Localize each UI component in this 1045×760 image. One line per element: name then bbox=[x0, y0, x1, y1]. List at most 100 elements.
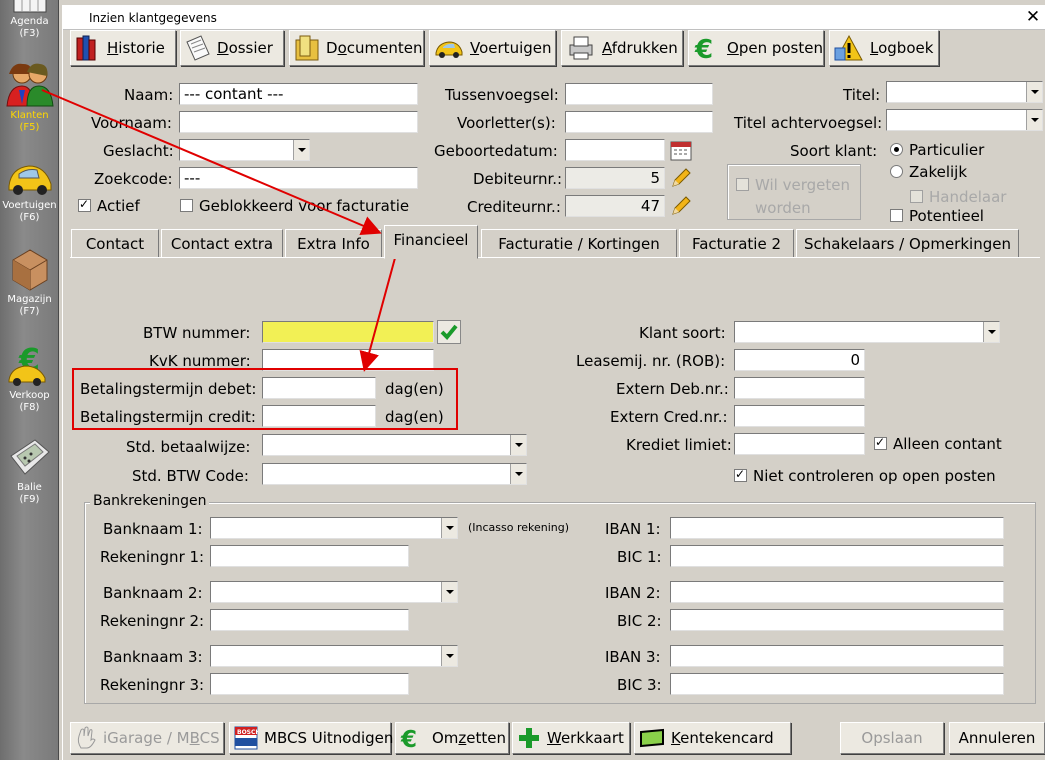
omzetten-button[interactable]: € Omzetten bbox=[395, 722, 509, 754]
dossier-button[interactable]: Dossier bbox=[180, 30, 284, 66]
titel-achtervoegsel-select[interactable] bbox=[886, 109, 1043, 131]
sidebar-item-verkoop[interactable]: € Verkoop (F8) bbox=[0, 344, 59, 414]
leasemij-input[interactable]: 0 bbox=[734, 349, 865, 371]
chevron-down-icon[interactable] bbox=[293, 140, 309, 160]
pencil-icon[interactable] bbox=[670, 167, 692, 189]
mbcs-uitnodigen-button[interactable]: BOSCH MBCS Uitnodigen bbox=[229, 722, 393, 754]
igarage-button[interactable]: iGarage / MBCS bbox=[70, 722, 224, 754]
tab-contact-extra[interactable]: Contact extra bbox=[161, 229, 283, 257]
rekening3-input[interactable] bbox=[210, 673, 409, 695]
kentekencard-button[interactable]: Kentekencard bbox=[634, 722, 791, 754]
bic2-input[interactable] bbox=[670, 609, 1004, 631]
sidebar-item-label: Agenda bbox=[10, 16, 49, 27]
tussenvoegsel-label: Tussenvoegsel: bbox=[445, 86, 559, 104]
geboortedatum-input[interactable] bbox=[565, 139, 665, 161]
krediet-input[interactable] bbox=[734, 433, 865, 455]
documenten-button[interactable]: Documenten bbox=[289, 30, 424, 66]
pencil-icon[interactable] bbox=[670, 195, 692, 217]
banknaam3-select[interactable] bbox=[210, 645, 458, 667]
chevron-down-icon[interactable] bbox=[983, 322, 999, 342]
particulier-radio[interactable] bbox=[890, 143, 903, 156]
open-posten-button[interactable]: € Open posten bbox=[688, 30, 824, 66]
banknaam1-select[interactable] bbox=[210, 517, 458, 539]
std-betaalwijze-select[interactable] bbox=[262, 434, 527, 456]
annuleren-button[interactable]: Annuleren bbox=[949, 722, 1045, 754]
wil-vergeten-checkbox[interactable] bbox=[736, 178, 749, 191]
debiteurnr-input[interactable]: 5 bbox=[565, 167, 665, 189]
license-card-icon bbox=[640, 728, 664, 748]
close-icon[interactable]: ✕ bbox=[1024, 7, 1042, 27]
button-label: pen posten bbox=[738, 39, 823, 57]
hotkey-letter: K bbox=[671, 729, 681, 747]
printer-icon bbox=[569, 36, 593, 60]
actief-checkbox[interactable] bbox=[78, 197, 91, 212]
naam-input[interactable]: --- contant --- bbox=[179, 83, 418, 105]
voorletters-input[interactable] bbox=[565, 111, 713, 133]
klant-soort-select[interactable] bbox=[734, 321, 1000, 343]
historie-button[interactable]: Historie bbox=[70, 30, 176, 66]
iban1-input[interactable] bbox=[670, 517, 1004, 539]
extern-deb-input[interactable] bbox=[734, 377, 865, 399]
tussenvoegsel-input[interactable] bbox=[565, 83, 713, 105]
voertuigen-button[interactable]: Voertuigen bbox=[429, 30, 556, 66]
sidebar-item-balie[interactable]: Balie (F9) bbox=[0, 434, 59, 506]
tab-facturatie-2[interactable]: Facturatie 2 bbox=[679, 229, 794, 257]
niet-controleren-checkbox[interactable] bbox=[734, 467, 747, 482]
geslacht-select[interactable] bbox=[179, 139, 310, 161]
rekening2-input[interactable] bbox=[210, 609, 409, 631]
titel-select[interactable] bbox=[886, 81, 1043, 103]
button-label: ogboek bbox=[878, 39, 934, 57]
tab-schakelaars-opmerkingen[interactable]: Schakelaars / Opmerkingen bbox=[796, 229, 1019, 257]
actief-label: Actief bbox=[97, 197, 140, 215]
chevron-down-icon[interactable] bbox=[441, 518, 457, 538]
tab-financieel[interactable]: Financieel bbox=[384, 225, 478, 259]
chevron-down-icon[interactable] bbox=[441, 646, 457, 666]
tab-facturatie-kortingen[interactable]: Facturatie / Kortingen bbox=[481, 229, 677, 257]
chevron-down-icon[interactable] bbox=[1026, 110, 1042, 130]
voornaam-input[interactable] bbox=[179, 111, 418, 133]
titel-achtervoegsel-label: Titel achtervoegsel: bbox=[734, 114, 883, 132]
sidebar-item-agenda[interactable]: Agenda (F3) bbox=[0, 0, 59, 40]
sidebar-item-magazijn[interactable]: Magazijn (F7) bbox=[0, 246, 59, 318]
geblokkeerd-checkbox[interactable] bbox=[180, 199, 193, 212]
std-btw-select[interactable] bbox=[262, 463, 527, 485]
btw-input[interactable] bbox=[262, 321, 434, 343]
iban2-label: IBAN 2: bbox=[605, 584, 661, 602]
logboek-button[interactable]: Logboek bbox=[829, 30, 939, 66]
highlight-box bbox=[72, 368, 458, 430]
zakelijk-radio[interactable] bbox=[890, 165, 903, 178]
iban3-input[interactable] bbox=[670, 645, 1004, 667]
chevron-down-icon[interactable] bbox=[510, 435, 526, 455]
opslaan-button[interactable]: Opslaan bbox=[840, 722, 944, 754]
sidebar-item-key: (F7) bbox=[19, 306, 40, 317]
chevron-down-icon[interactable] bbox=[441, 582, 457, 602]
tab-contact[interactable]: Contact bbox=[71, 229, 159, 257]
iban2-input[interactable] bbox=[670, 581, 1004, 603]
sidebar-item-voertuigen[interactable]: Voertuigen (F6) bbox=[0, 158, 59, 224]
rekening1-input[interactable] bbox=[210, 545, 409, 567]
calendar-icon[interactable] bbox=[670, 139, 692, 161]
crediteurnr-input[interactable]: 47 bbox=[565, 195, 665, 217]
voorletters-label: Voorletter(s): bbox=[457, 114, 556, 132]
sidebar-item-klanten[interactable]: Klanten (F5) bbox=[0, 60, 59, 134]
wil-vergeten-label: Wil vergeten bbox=[755, 176, 850, 194]
potentieel-checkbox[interactable] bbox=[890, 209, 903, 222]
handelaar-checkbox[interactable] bbox=[910, 190, 923, 203]
tab-extra-info[interactable]: Extra Info bbox=[285, 229, 382, 257]
banknaam2-select[interactable] bbox=[210, 581, 458, 603]
check-icon[interactable] bbox=[437, 320, 461, 344]
zoekcode-input[interactable]: --- bbox=[179, 167, 418, 189]
car-icon bbox=[8, 165, 51, 195]
particulier-label: Particulier bbox=[909, 141, 985, 159]
werkkaart-button[interactable]: Werkkaart bbox=[512, 722, 630, 754]
alleen-contant-checkbox[interactable] bbox=[874, 435, 887, 450]
chevron-down-icon[interactable] bbox=[1026, 82, 1042, 102]
chevron-down-icon[interactable] bbox=[510, 464, 526, 484]
cash-register-icon bbox=[9, 439, 50, 475]
svg-text:€: € bbox=[694, 35, 713, 62]
bic1-input[interactable] bbox=[670, 545, 1004, 567]
extern-cred-input[interactable] bbox=[734, 405, 865, 427]
bic3-input[interactable] bbox=[670, 673, 1004, 695]
afdrukken-button[interactable]: Afdrukken bbox=[561, 30, 683, 66]
zoekcode-label: Zoekcode: bbox=[94, 170, 173, 188]
